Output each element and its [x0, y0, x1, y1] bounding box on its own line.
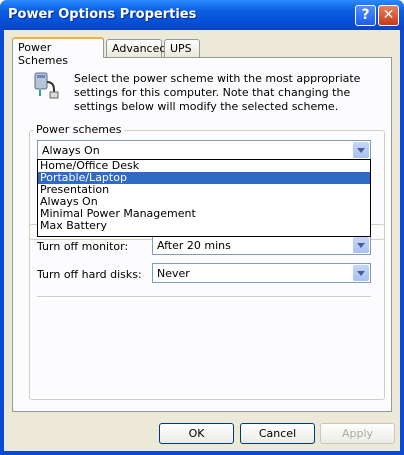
monitor-timeout-value: After 20 mins: [157, 239, 231, 252]
tab-power-schemes[interactable]: Power Schemes: [12, 37, 104, 67]
power-schemes-legend-text: Power schemes: [36, 123, 122, 136]
power-options-window: Power Options Properties ? ✕ Power Schem…: [0, 0, 404, 455]
power-schemes-legend: Power schemes: [34, 123, 124, 136]
monitor-timeout-select[interactable]: After 20 mins: [152, 235, 371, 255]
monitor-label: Turn off monitor:: [37, 240, 129, 253]
chevron-down-icon[interactable]: [353, 142, 369, 158]
power-options-icon: [32, 70, 62, 100]
close-button[interactable]: ✕: [378, 5, 399, 26]
disks-timeout-select[interactable]: Never: [152, 263, 371, 283]
title-bar[interactable]: Power Options Properties ? ✕: [0, 0, 404, 30]
help-button[interactable]: ?: [355, 5, 376, 26]
tab-ups[interactable]: UPS: [164, 39, 200, 57]
list-item[interactable]: Max Battery: [38, 220, 370, 232]
chevron-down-icon[interactable]: [353, 265, 369, 281]
disks-label: Turn off hard disks:: [37, 268, 142, 281]
apply-button[interactable]: Apply: [320, 423, 395, 444]
disks-timeout-value: Never: [157, 267, 190, 280]
cancel-button[interactable]: Cancel: [240, 423, 315, 444]
dialog-body: Power Schemes Advanced UPS Select the po…: [4, 30, 400, 451]
power-scheme-select[interactable]: Always On: [37, 140, 371, 160]
ok-button[interactable]: OK: [159, 423, 234, 444]
power-scheme-selected: Always On: [42, 144, 100, 157]
divider: [37, 296, 371, 297]
window-title: Power Options Properties: [8, 7, 197, 22]
chevron-down-icon[interactable]: [353, 237, 369, 253]
intro-text: Select the power scheme with the most ap…: [74, 72, 361, 113]
power-scheme-dropdown-list: Home/Office Desk Portable/Laptop Present…: [37, 159, 371, 237]
tab-advanced[interactable]: Advanced: [106, 39, 166, 57]
